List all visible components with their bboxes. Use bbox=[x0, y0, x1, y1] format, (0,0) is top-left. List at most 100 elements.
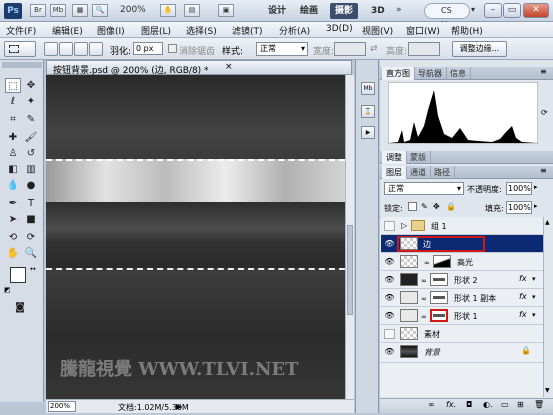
minibridge-panel-icon[interactable]: Mb bbox=[361, 82, 375, 95]
layer-row-edge[interactable]: 👁 边 bbox=[381, 235, 543, 253]
bridge-icon[interactable]: Br bbox=[30, 4, 46, 17]
lasso-tool-icon[interactable]: ℓ bbox=[5, 94, 21, 109]
menu-3d[interactable]: 3D(D) bbox=[326, 24, 353, 34]
fx-badge[interactable]: fx bbox=[519, 274, 527, 283]
zoom-field[interactable]: 200% bbox=[48, 401, 76, 412]
move-tool-icon[interactable]: ✥ bbox=[23, 78, 39, 93]
menu-window[interactable]: 窗口(W) bbox=[406, 24, 440, 37]
tab-adjustments[interactable]: 调整 bbox=[382, 151, 407, 164]
tools-panel-header[interactable] bbox=[2, 62, 42, 68]
layer-row-material[interactable]: 素材 bbox=[381, 325, 543, 343]
fill-input[interactable]: 100% bbox=[506, 201, 532, 214]
magic-wand-tool-icon[interactable]: ✦ bbox=[23, 94, 39, 109]
refine-edge-button[interactable]: 调整边缘... bbox=[452, 41, 507, 57]
tab-navigator[interactable]: 导航器 bbox=[414, 67, 447, 80]
expand-group-icon[interactable]: ▷ bbox=[401, 221, 407, 230]
eraser-tool-icon[interactable]: ◧ bbox=[5, 162, 21, 177]
new-layer-icon[interactable]: ⊞ bbox=[517, 400, 524, 409]
height-input[interactable] bbox=[408, 42, 440, 56]
layer-row-highlight[interactable]: 👁 ∞ 高光 bbox=[381, 253, 543, 271]
menu-filter[interactable]: 滤镜(T) bbox=[232, 24, 263, 37]
blur-tool-icon[interactable]: 💧 bbox=[5, 178, 21, 193]
lock-transparent-icon[interactable] bbox=[408, 202, 417, 211]
fx-icon[interactable]: fx. bbox=[446, 400, 456, 409]
link-icon[interactable]: ∞ bbox=[428, 400, 435, 409]
tab-info[interactable]: 信息 bbox=[446, 67, 471, 80]
zoom-tool-icon[interactable]: 🔍 bbox=[92, 4, 108, 17]
lock-all-icon[interactable]: 🔒 bbox=[446, 202, 456, 211]
vector-mask-thumbnail[interactable] bbox=[430, 273, 448, 286]
workspace-painting[interactable]: 绘画 bbox=[295, 3, 323, 19]
menu-analysis[interactable]: 分析(A) bbox=[279, 24, 310, 37]
close-button[interactable]: ✕ bbox=[523, 3, 549, 18]
tab-channels[interactable]: 通道 bbox=[406, 166, 431, 179]
fx-badge[interactable]: fx bbox=[519, 310, 527, 319]
layers-panel-menu-icon[interactable]: ≡ bbox=[540, 166, 547, 175]
folder-icon[interactable]: ▭ bbox=[501, 400, 509, 409]
menu-file[interactable]: 文件(F) bbox=[6, 24, 36, 37]
zoom-tool-icon[interactable]: 🔍 bbox=[23, 246, 39, 261]
actions-panel-icon[interactable]: ▶ bbox=[361, 126, 375, 139]
layer-row-background[interactable]: 👁 背景 🔒 bbox=[381, 343, 543, 363]
close-tab-icon[interactable]: × bbox=[225, 62, 233, 72]
scroll-down-icon[interactable]: ▼ bbox=[545, 387, 550, 394]
effects-toggle-icon[interactable]: ▾ bbox=[532, 311, 536, 319]
menu-view[interactable]: 视图(V) bbox=[362, 24, 393, 37]
adjustment-icon[interactable]: ◐. bbox=[483, 400, 493, 409]
visibility-toggle[interactable] bbox=[384, 329, 395, 339]
vertical-scrollbar[interactable] bbox=[345, 75, 354, 399]
layers-scrollbar[interactable]: ▲ ▼ bbox=[543, 217, 553, 397]
tab-paths[interactable]: 路径 bbox=[430, 166, 455, 179]
antialias-checkbox[interactable] bbox=[168, 44, 177, 53]
cs-live-dropdown-icon[interactable]: ▾ bbox=[471, 5, 475, 14]
tab-histogram[interactable]: 直方图 bbox=[382, 67, 415, 80]
arrange-documents-icon[interactable]: ▤ bbox=[184, 4, 200, 17]
guides-icon[interactable]: ▦ bbox=[72, 4, 88, 17]
workspace-3d[interactable]: 3D bbox=[366, 3, 390, 19]
cs-live-button[interactable]: CS Live bbox=[424, 3, 470, 29]
history-panel-icon[interactable]: ⌛ bbox=[361, 105, 375, 118]
minimize-button[interactable]: – bbox=[484, 3, 502, 18]
tab-masks[interactable]: 蒙版 bbox=[406, 151, 431, 164]
eye-icon[interactable]: 👁 bbox=[384, 311, 395, 320]
add-selection-icon[interactable] bbox=[59, 42, 73, 56]
histogram-refresh-icon[interactable]: ⟳ bbox=[541, 108, 548, 117]
eye-icon[interactable]: 👁 bbox=[384, 239, 395, 248]
hand-tool-icon[interactable]: ✋ bbox=[5, 246, 21, 261]
subtract-selection-icon[interactable] bbox=[74, 42, 88, 56]
layer-mask-thumbnail[interactable] bbox=[433, 255, 451, 268]
feather-input[interactable]: 0 px bbox=[133, 42, 163, 55]
menu-select[interactable]: 选择(S) bbox=[186, 24, 217, 37]
menu-image[interactable]: 图像(I) bbox=[97, 24, 125, 37]
document-tab[interactable]: 按钮背景.psd @ 200% (边, RGB/8) * × bbox=[46, 60, 352, 76]
workspace-expand-icon[interactable]: » bbox=[396, 5, 402, 15]
menu-layer[interactable]: 图层(L) bbox=[141, 24, 171, 37]
document-canvas[interactable]: 騰龍視覺 WWW.TLVI.NET bbox=[46, 75, 345, 399]
vector-mask-thumbnail[interactable] bbox=[430, 309, 448, 322]
3d-orbit-tool-icon[interactable]: ⟳ bbox=[23, 230, 39, 245]
lock-pixels-icon[interactable]: ✎ bbox=[421, 202, 428, 211]
dodge-tool-icon[interactable]: ● bbox=[23, 178, 39, 193]
fill-slider-icon[interactable]: ▸ bbox=[534, 202, 538, 210]
history-brush-tool-icon[interactable]: ↺ bbox=[23, 146, 39, 161]
hand-tool-icon[interactable]: ✋ bbox=[160, 4, 176, 17]
eye-icon[interactable]: 👁 bbox=[384, 257, 395, 266]
shape-tool-icon[interactable]: ■ bbox=[23, 212, 39, 227]
eye-icon[interactable]: 👁 bbox=[384, 293, 395, 302]
mask-icon[interactable]: ◘ bbox=[466, 400, 472, 409]
type-tool-icon[interactable]: T bbox=[23, 196, 39, 211]
workspace-design[interactable]: 设计 bbox=[263, 3, 291, 19]
clone-stamp-tool-icon[interactable]: ♙ bbox=[5, 146, 21, 161]
tab-layers[interactable]: 图层 bbox=[382, 166, 407, 179]
scroll-up-icon[interactable]: ▲ bbox=[545, 219, 550, 226]
opacity-slider-icon[interactable]: ▸ bbox=[534, 183, 538, 191]
workspace-photography[interactable]: 摄影 bbox=[330, 3, 359, 19]
zoom-level[interactable]: 200% bbox=[120, 5, 146, 15]
eye-icon[interactable]: 👁 bbox=[384, 347, 395, 356]
new-selection-icon[interactable] bbox=[44, 42, 58, 56]
eyedropper-tool-icon[interactable]: ✎ bbox=[23, 112, 39, 127]
layer-row-shape-1[interactable]: 👁 ∞ 形状 1 fx ▾ bbox=[381, 307, 543, 325]
layer-row-shape-1-copy[interactable]: 👁 ∞ 形状 1 副本 fx ▾ bbox=[381, 289, 543, 307]
screen-mode-icon[interactable]: ▣ bbox=[218, 4, 234, 17]
crop-tool-icon[interactable]: ⌗ bbox=[5, 112, 21, 127]
